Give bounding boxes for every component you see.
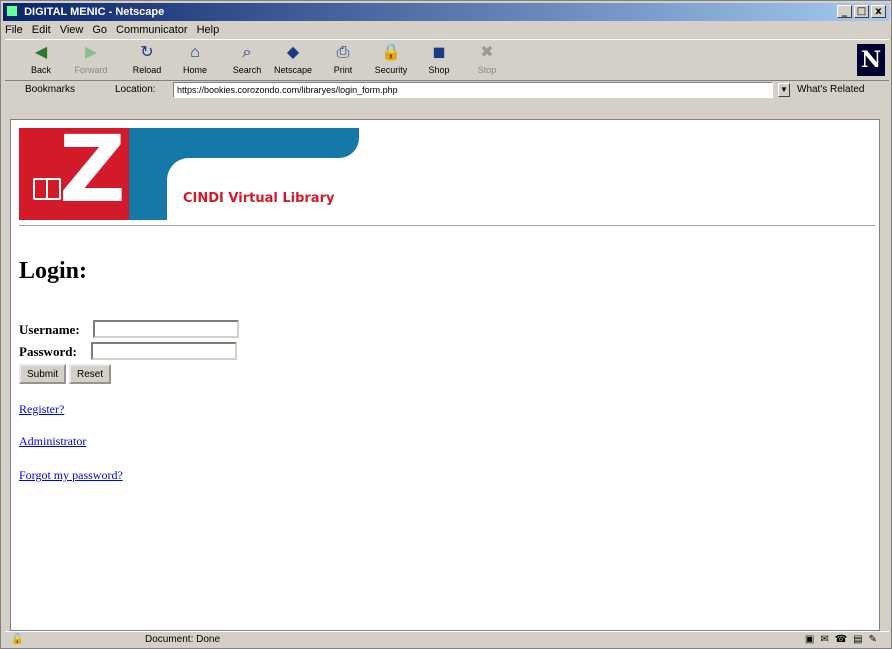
status-message: Document: Done bbox=[145, 634, 221, 645]
close-button[interactable]: x bbox=[871, 5, 886, 18]
whats-related-button[interactable]: What's Related bbox=[797, 81, 865, 99]
stop-label: Stop bbox=[477, 65, 497, 75]
stop-icon: ✖ bbox=[480, 44, 494, 61]
submit-button[interactable]: Submit bbox=[19, 364, 67, 384]
component-bar-icons[interactable]: ▣✉☎▤✎ bbox=[805, 632, 883, 648]
url-dropdown-icon[interactable]: ▼ bbox=[778, 83, 790, 97]
stop-button[interactable]: ✖ Stop bbox=[465, 43, 509, 79]
location-label: Location: bbox=[115, 84, 156, 95]
search-button[interactable]: ⌕ Search bbox=[225, 43, 269, 79]
page-title: Login: bbox=[19, 258, 88, 284]
minimize-button[interactable]: _ bbox=[837, 5, 852, 18]
administrator-link[interactable]: Administrator bbox=[19, 434, 86, 449]
reload-button[interactable]: ↻ Reload bbox=[125, 43, 169, 79]
back-label: Back bbox=[30, 65, 51, 75]
reload-icon: ↻ bbox=[140, 44, 154, 61]
username-label: Username: bbox=[19, 322, 80, 337]
logo-red-block: Z bbox=[19, 120, 129, 220]
menu-file[interactable]: File bbox=[5, 22, 23, 38]
status-lock-icon: 🔓 bbox=[11, 634, 24, 645]
menu-communicator[interactable]: Communicator bbox=[116, 22, 188, 38]
menu-view[interactable]: View bbox=[60, 22, 84, 38]
home-label: Home bbox=[182, 65, 207, 75]
netscape-button[interactable]: ◆ Netscape bbox=[271, 43, 315, 79]
password-row: Password: bbox=[19, 342, 237, 360]
netscape-label: Netscape bbox=[273, 65, 313, 75]
back-button[interactable]: ◀ Back bbox=[19, 43, 63, 79]
home-button[interactable]: ⌂ Home bbox=[173, 43, 217, 79]
back-arrow-icon: ◀ bbox=[34, 44, 48, 61]
forward-button[interactable]: ▶ Forward bbox=[69, 43, 113, 79]
password-label: Password: bbox=[19, 344, 77, 359]
window-title: DIGITAL MENIC - Netscape bbox=[24, 6, 165, 18]
menu-edit[interactable]: Edit bbox=[32, 22, 51, 38]
shop-icon: ◼ bbox=[432, 44, 446, 61]
username-row: Username: bbox=[19, 320, 239, 338]
status-bar: 🔓 Document: Done ▣✉☎▤✎ bbox=[5, 631, 889, 648]
shop-label: Shop bbox=[428, 65, 450, 75]
page-content: Z CINDI Virtual Library Login: Username:… bbox=[10, 119, 880, 631]
location-bar: Bookmarks Location: https://bookies.coro… bbox=[5, 81, 889, 99]
register-link[interactable]: Register? bbox=[19, 402, 64, 417]
maximize-button[interactable]: □ bbox=[854, 5, 869, 18]
navigation-toolbar: ◀ Back ▶ Forward ↻ Reload ⌂ Home ⌕ Search ◆ Ne… bbox=[5, 39, 889, 81]
search-icon: ⌕ bbox=[242, 44, 252, 61]
browser-window: DIGITAL MENIC - Netscape _ □ x File Edit… bbox=[0, 0, 892, 649]
url-field[interactable]: https://bookies.corozondo.com/libraryes/… bbox=[173, 82, 773, 98]
logo-blue-band bbox=[129, 128, 359, 158]
reset-button[interactable]: Reset bbox=[69, 364, 112, 384]
forward-arrow-icon: ▶ bbox=[84, 44, 98, 61]
site-name: CINDI Virtual Library bbox=[183, 191, 335, 206]
print-label: Print bbox=[333, 65, 353, 75]
logo-blue-curve bbox=[167, 158, 189, 180]
password-field[interactable] bbox=[91, 342, 237, 360]
home-icon: ⌂ bbox=[190, 44, 200, 61]
netscape-logo: N bbox=[857, 44, 885, 76]
menu-bar: File Edit View Go Communicator Help bbox=[5, 22, 219, 38]
search-label: Search bbox=[232, 65, 262, 75]
forward-label: Forward bbox=[74, 65, 108, 75]
horizontal-rule bbox=[19, 225, 875, 229]
site-banner: Z CINDI Virtual Library bbox=[19, 120, 359, 220]
menu-help[interactable]: Help bbox=[197, 22, 220, 38]
window-controls: _ □ x bbox=[837, 5, 886, 18]
forgot-password-link[interactable]: Forgot my password? bbox=[19, 468, 123, 483]
security-label: Security bbox=[374, 65, 408, 75]
bookmarks-button[interactable]: Bookmarks bbox=[25, 81, 75, 99]
username-field[interactable] bbox=[93, 320, 239, 338]
logo-letter: Z bbox=[59, 119, 126, 223]
security-lock-icon: 🔒 bbox=[381, 44, 401, 61]
netscape-app-icon bbox=[7, 6, 17, 16]
menu-go[interactable]: Go bbox=[92, 22, 107, 38]
reload-label: Reload bbox=[132, 65, 162, 75]
shop-button[interactable]: ◼ Shop bbox=[417, 43, 461, 79]
print-icon: ⎙ bbox=[336, 44, 350, 61]
book-icon bbox=[33, 178, 61, 200]
netscape-icon: ◆ bbox=[286, 44, 300, 61]
security-button[interactable]: 🔒 Security bbox=[369, 43, 413, 79]
title-bar: DIGITAL MENIC - Netscape _ □ x bbox=[3, 3, 889, 21]
print-button[interactable]: ⎙ Print bbox=[321, 43, 365, 79]
